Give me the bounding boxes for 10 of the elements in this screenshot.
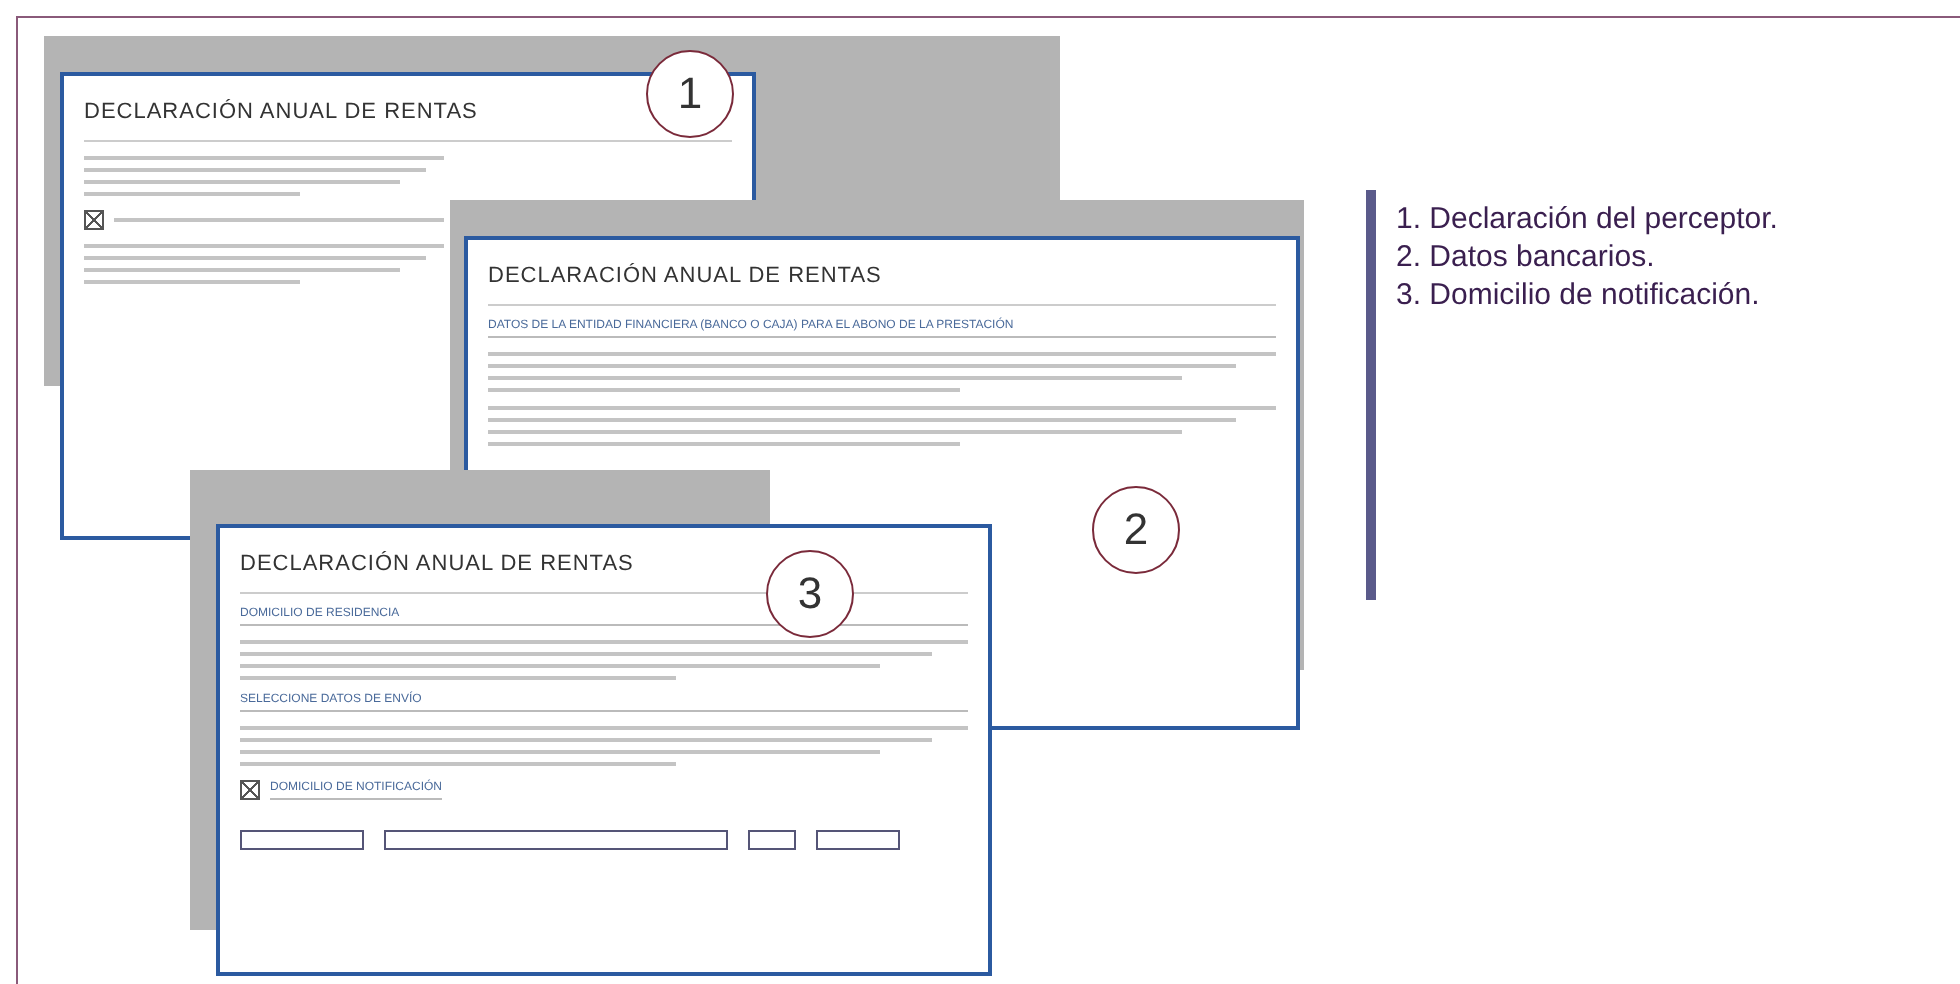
input-field[interactable] (384, 830, 728, 850)
window-title: DECLARACIÓN ANUAL DE RENTAS (488, 256, 1276, 306)
legend-item: 1. Declaración del perceptor. (1396, 202, 1778, 236)
legend-item: 3. Domicilio de notificación. (1396, 278, 1762, 312)
checkbox[interactable] (240, 780, 260, 800)
select-field[interactable] (816, 830, 900, 850)
checkbox[interactable] (84, 210, 104, 230)
select-field[interactable] (240, 830, 364, 850)
input-field[interactable] (748, 830, 796, 850)
legend-item: 2. Datos bancarios. (1396, 240, 1657, 274)
